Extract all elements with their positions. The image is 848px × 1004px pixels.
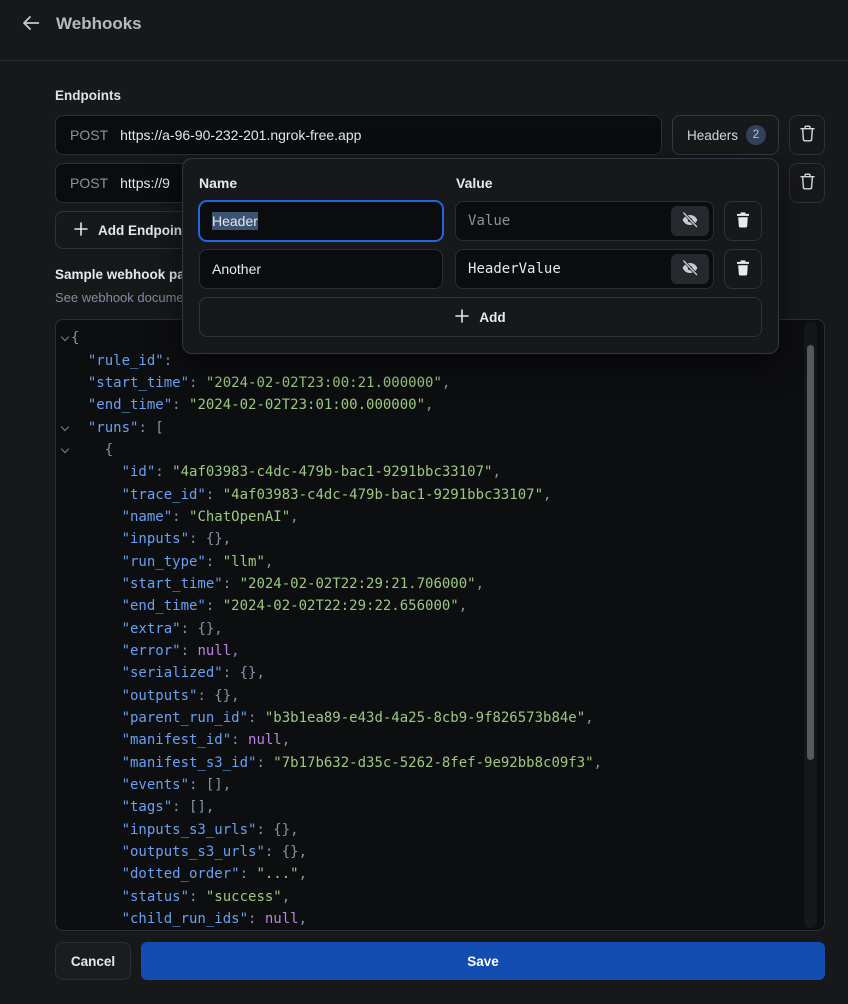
code-line: "tags": [], bbox=[58, 796, 824, 818]
code-line: "status": "success", bbox=[58, 886, 824, 908]
code-line: "dotted_order": "...", bbox=[58, 863, 824, 885]
code-content: { "rule_id": "start_time": "2024-02-02T2… bbox=[58, 327, 824, 931]
endpoint-url: https://a-96-90-232-201.ngrok-free.app bbox=[120, 127, 361, 143]
code-line: "end_time": "2024-02-02T22:29:22.656000"… bbox=[58, 595, 824, 617]
webhooks-page: Webhooks Endpoints POST https://a-96-90-… bbox=[0, 0, 848, 1004]
fold-chevron-icon[interactable] bbox=[58, 441, 71, 459]
code-line: "parent_run_id": "b3b1ea89-e43d-4a25-8cb… bbox=[58, 707, 824, 729]
value-placeholder: Value bbox=[468, 213, 510, 229]
code-line: "direct_child_run_ids": null, bbox=[58, 930, 824, 931]
delete-header-button[interactable] bbox=[724, 249, 762, 289]
save-button[interactable]: Save bbox=[141, 942, 825, 980]
endpoint-url-input[interactable]: POST https://a-96-90-232-201.ngrok-free.… bbox=[55, 115, 662, 155]
headers-count-badge: 2 bbox=[746, 125, 766, 145]
endpoints-label: Endpoints bbox=[55, 88, 825, 103]
popover-column-labels: Name Value bbox=[199, 175, 762, 191]
fold-chevron-icon[interactable] bbox=[58, 329, 71, 347]
http-method-label: POST bbox=[70, 175, 108, 191]
header-value-input[interactable]: HeaderValue bbox=[455, 249, 714, 289]
header-name-value: Another bbox=[212, 261, 261, 277]
headers-button-label: Headers bbox=[687, 128, 738, 143]
code-line: "run_type": "llm", bbox=[58, 550, 824, 572]
delete-endpoint-button[interactable] bbox=[789, 115, 825, 155]
back-button[interactable] bbox=[18, 12, 42, 36]
header-row: Another HeaderValue bbox=[199, 249, 762, 289]
code-line: "events": [], bbox=[58, 774, 824, 796]
code-line: { bbox=[58, 439, 824, 461]
code-line: "manifest_s3_id": "7b17b632-d35c-5262-8f… bbox=[58, 752, 824, 774]
eye-off-icon bbox=[680, 210, 700, 233]
selected-text: Header bbox=[212, 212, 258, 230]
header-row: Header Value bbox=[199, 201, 762, 241]
code-line: "start_time": "2024-02-02T22:29:21.70600… bbox=[58, 573, 824, 595]
code-line: "id": "4af03983-c4dc-479b-bac1-9291bbc33… bbox=[58, 461, 824, 483]
trash-filled-icon bbox=[735, 211, 751, 232]
add-header-button[interactable]: Add bbox=[199, 297, 762, 337]
add-endpoint-label: Add Endpoint bbox=[98, 223, 186, 238]
trash-filled-icon bbox=[735, 259, 751, 280]
code-line: "end_time": "2024-02-02T23:01:00.000000"… bbox=[58, 394, 824, 416]
code-line: "inputs_s3_urls": {}, bbox=[58, 819, 824, 841]
arrow-left-icon bbox=[19, 12, 41, 37]
code-line: "runs": [ bbox=[58, 416, 824, 438]
footer-actions: Cancel Save bbox=[55, 942, 825, 980]
code-line: "start_time": "2024-02-02T23:00:21.00000… bbox=[58, 372, 824, 394]
trash-icon bbox=[799, 124, 816, 146]
plus-icon bbox=[74, 222, 88, 239]
code-line: "outputs": {}, bbox=[58, 685, 824, 707]
code-line: "outputs_s3_urls": {}, bbox=[58, 841, 824, 863]
plus-icon bbox=[455, 309, 469, 326]
code-line: "manifest_id": null, bbox=[58, 729, 824, 751]
toggle-value-visibility-button[interactable] bbox=[671, 206, 709, 236]
code-line: "child_run_ids": null, bbox=[58, 908, 824, 930]
endpoint-url: https://9 bbox=[120, 175, 170, 191]
name-column-label: Name bbox=[199, 175, 456, 191]
http-method-label: POST bbox=[70, 127, 108, 143]
delete-header-button[interactable] bbox=[724, 201, 762, 241]
json-payload-viewer[interactable]: { "rule_id": "start_time": "2024-02-02T2… bbox=[55, 319, 825, 931]
page-title: Webhooks bbox=[56, 12, 142, 36]
eye-off-icon bbox=[680, 258, 700, 281]
header-name-input[interactable]: Another bbox=[199, 249, 443, 289]
add-header-label: Add bbox=[479, 310, 505, 325]
header-value-input[interactable]: Value bbox=[455, 201, 714, 241]
endpoint-row: POST https://a-96-90-232-201.ngrok-free.… bbox=[55, 115, 825, 155]
code-line: "serialized": {}, bbox=[58, 662, 824, 684]
code-line: "name": "ChatOpenAI", bbox=[58, 506, 824, 528]
header-name-input[interactable]: Header bbox=[199, 201, 443, 241]
header-value-text: HeaderValue bbox=[468, 261, 561, 277]
trash-icon bbox=[799, 172, 816, 194]
headers-popover: Name Value Header Value bbox=[182, 158, 779, 354]
code-line: "inputs": {}, bbox=[58, 528, 824, 550]
code-line: "trace_id": "4af03983-c4dc-479b-bac1-929… bbox=[58, 483, 824, 505]
headers-button[interactable]: Headers 2 bbox=[672, 115, 779, 155]
code-line: "error": null, bbox=[58, 640, 824, 662]
cancel-button[interactable]: Cancel bbox=[55, 942, 131, 980]
scrollbar-thumb[interactable] bbox=[807, 345, 814, 760]
delete-endpoint-button[interactable] bbox=[789, 163, 825, 203]
value-column-label: Value bbox=[456, 175, 493, 191]
toggle-value-visibility-button[interactable] bbox=[671, 254, 709, 284]
fold-chevron-icon[interactable] bbox=[58, 419, 71, 437]
code-line: "extra": {}, bbox=[58, 617, 824, 639]
top-bar: Webhooks bbox=[0, 0, 848, 61]
